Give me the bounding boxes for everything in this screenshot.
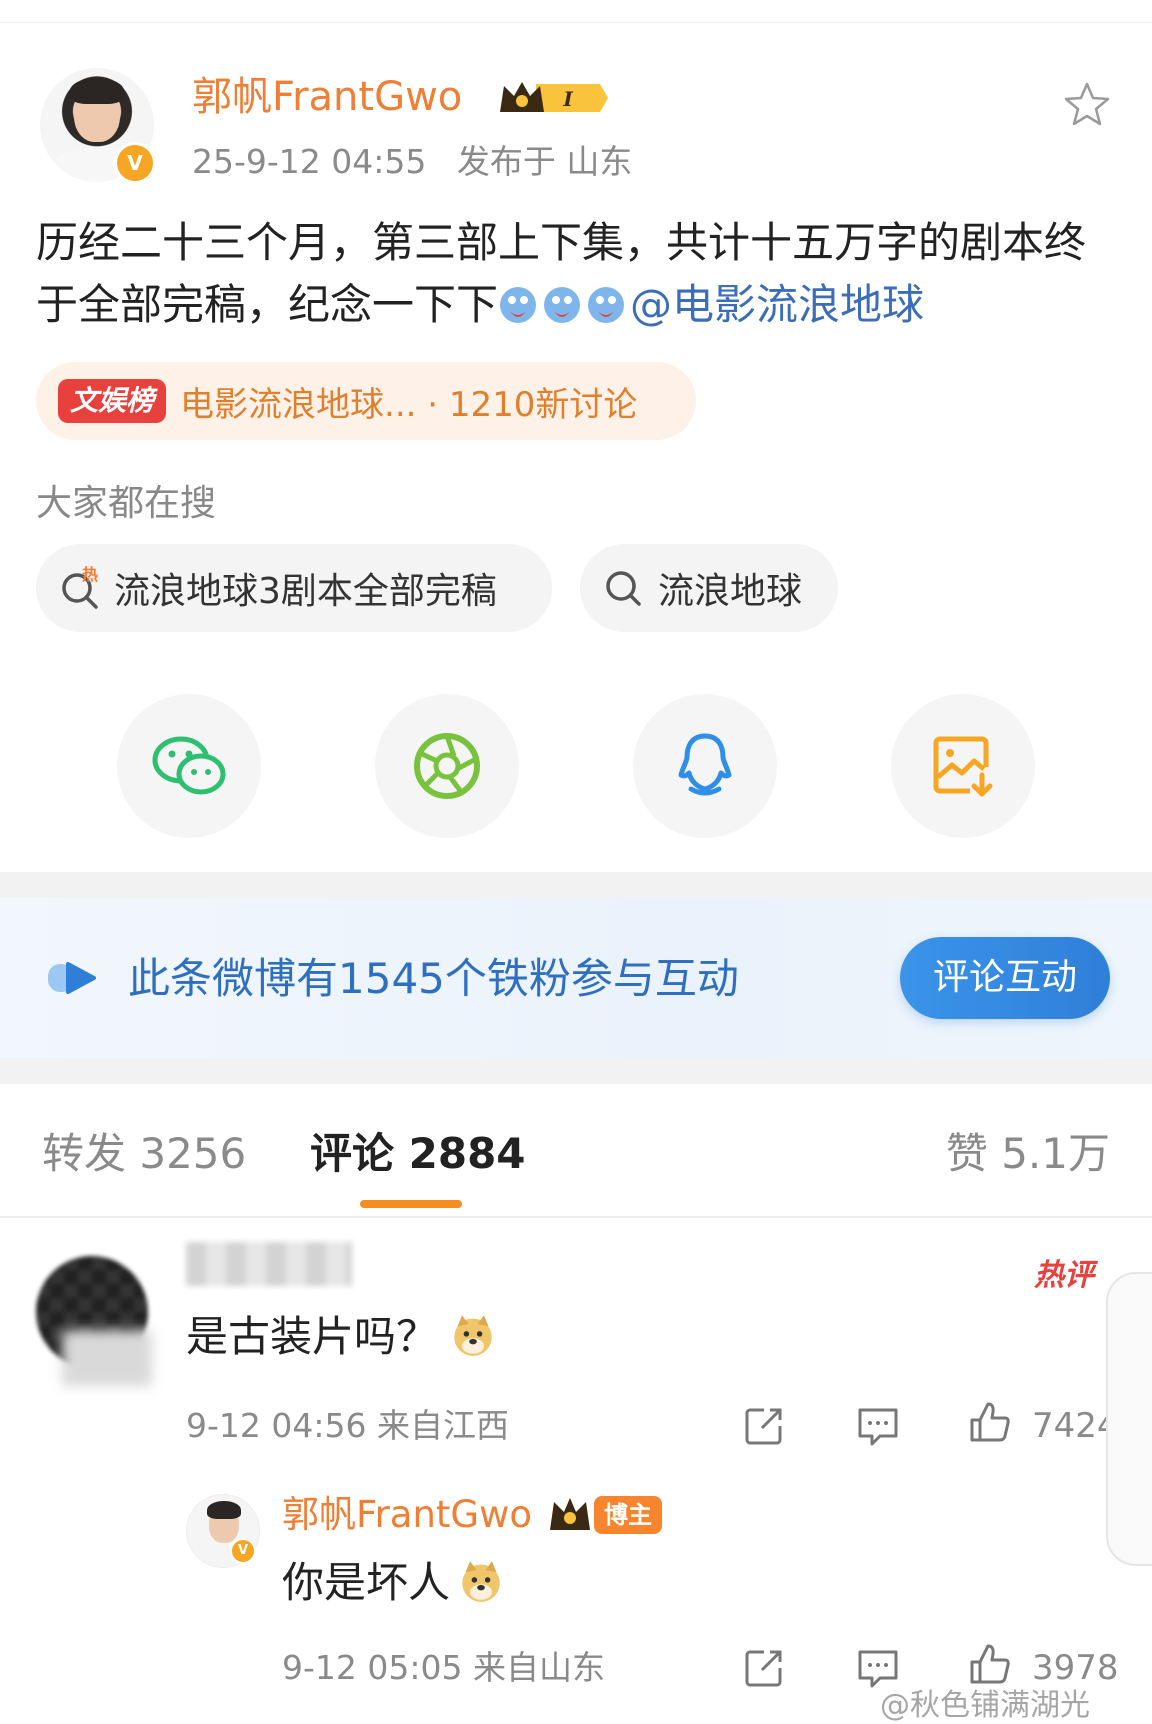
comment-meta: 9-12 04:56 来自江西 bbox=[186, 1406, 509, 1445]
like-thumb-icon[interactable] bbox=[968, 1400, 1012, 1444]
hot-list-tag: 文娱榜 bbox=[58, 379, 167, 423]
search-icon bbox=[606, 571, 641, 606]
tab-divider bbox=[0, 1216, 1152, 1218]
post-text: 历经二十三个月，第三部上下集，共计十五万字的剧本终于全部完稿，纪念一下下 @电影流… bbox=[36, 212, 1126, 336]
hot-list-pill[interactable]: 文娱榜 电影流浪地球... · 1210新讨论 bbox=[36, 362, 696, 440]
share-wechat-button[interactable] bbox=[117, 694, 261, 838]
fan-interaction-text: 此条微博有1545个铁粉参与互动 bbox=[128, 954, 739, 1003]
share-moments-button[interactable] bbox=[375, 694, 519, 838]
repost-icon[interactable] bbox=[742, 1646, 786, 1690]
fan-interaction-icon bbox=[48, 962, 96, 994]
avatar-mosaic bbox=[62, 1330, 152, 1386]
section-divider bbox=[0, 872, 1152, 898]
post-time: 25-9-12 04:55 bbox=[192, 142, 427, 181]
save-image-icon bbox=[933, 736, 993, 797]
hot-list-text: 电影流浪地球... · 1210新讨论 bbox=[180, 384, 638, 425]
reply-author-name[interactable]: 郭帆FrantGwo bbox=[282, 1490, 532, 1540]
verified-badge-icon: V bbox=[114, 142, 156, 184]
svg-text:热: 热 bbox=[82, 566, 98, 584]
doge-emoji-icon bbox=[454, 1315, 493, 1356]
search-chip[interactable]: 流浪地球 bbox=[580, 544, 838, 632]
side-panel-handle[interactable] bbox=[1106, 1272, 1152, 1566]
hug-emoji-icon bbox=[544, 287, 581, 323]
hug-emoji-icon bbox=[500, 287, 537, 323]
post-meta: 25-9-12 04:55 发布于 山东 bbox=[192, 140, 632, 184]
crown-icon bbox=[550, 1498, 590, 1530]
commenter-name-blurred[interactable] bbox=[186, 1242, 352, 1286]
watermark: @秋色铺满湖光 bbox=[880, 1688, 1090, 1723]
search-chip-label: 流浪地球 bbox=[658, 571, 803, 612]
member-level-badge-icon: I bbox=[500, 82, 608, 112]
hug-emoji-icon bbox=[588, 287, 625, 323]
section-divider bbox=[0, 1058, 1152, 1084]
comment-body: 是古装片吗？ bbox=[186, 1312, 439, 1361]
search-chip-label: 流浪地球3剧本全部完稿 bbox=[114, 571, 497, 612]
reply-text: 你是坏人 bbox=[282, 1554, 507, 1612]
hot-comment-badge: 热评 bbox=[1034, 1258, 1094, 1293]
verified-badge-icon: V bbox=[230, 1538, 256, 1564]
tab-like[interactable]: 赞 5.1万 bbox=[946, 1126, 1110, 1182]
reply-meta: 9-12 05:05 来自山东 bbox=[282, 1648, 605, 1687]
top-divider bbox=[0, 22, 1152, 23]
reply-comment-icon[interactable] bbox=[856, 1404, 900, 1448]
comment-text: 是古装片吗？ bbox=[186, 1308, 499, 1366]
mention-link[interactable]: @电影流浪地球 bbox=[630, 280, 924, 329]
repost-icon[interactable] bbox=[742, 1404, 786, 1448]
moments-icon bbox=[414, 733, 480, 799]
hot-search-icon: 热 bbox=[62, 566, 98, 609]
search-chip[interactable]: 热 流浪地球3剧本全部完稿 bbox=[36, 544, 552, 632]
search-heading: 大家都在搜 bbox=[36, 483, 217, 524]
wechat-icon bbox=[152, 736, 226, 795]
tab-repost[interactable]: 转发 3256 bbox=[42, 1126, 246, 1182]
save-image-button[interactable] bbox=[891, 694, 1035, 838]
active-tab-indicator bbox=[360, 1200, 462, 1208]
comment-interaction-button[interactable]: 评论互动 bbox=[900, 937, 1110, 1019]
host-badge: 博主 bbox=[594, 1496, 662, 1534]
svg-text:I: I bbox=[562, 87, 573, 111]
author-name[interactable]: 郭帆FrantGwo bbox=[192, 72, 462, 122]
tab-comment[interactable]: 评论 2884 bbox=[310, 1126, 526, 1182]
post-location: 发布于 山东 bbox=[456, 142, 633, 181]
qq-icon bbox=[678, 733, 732, 796]
share-qq-button[interactable] bbox=[633, 694, 777, 838]
favorite-star-icon[interactable] bbox=[1062, 80, 1112, 130]
doge-emoji-icon bbox=[462, 1561, 501, 1602]
reply-body: 你是坏人 bbox=[282, 1558, 451, 1607]
